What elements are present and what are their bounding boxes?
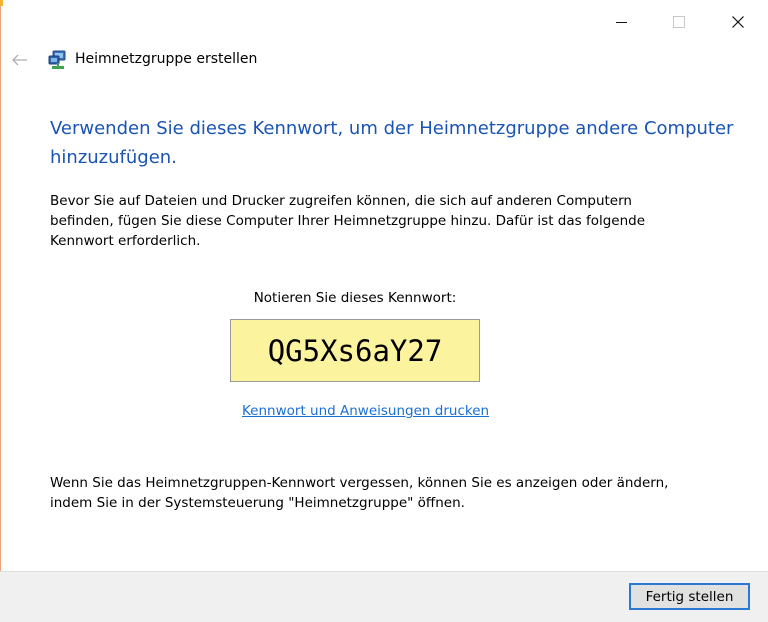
- print-password-link[interactable]: Kennwort und Anweisungen drucken: [242, 403, 489, 419]
- back-arrow-icon: [12, 54, 27, 66]
- close-button[interactable]: [724, 8, 752, 36]
- back-button[interactable]: [8, 49, 32, 71]
- window-edge-accent: [0, 0, 3, 6]
- homegroup-icon: [48, 50, 68, 70]
- maximize-icon: [673, 16, 685, 28]
- password-box: QG5Xs6aY27: [230, 319, 480, 382]
- finish-button[interactable]: Fertig stellen: [629, 583, 750, 610]
- window-edge: [0, 0, 1, 622]
- minimize-button[interactable]: [607, 8, 635, 36]
- maximize-button: [665, 8, 693, 36]
- close-icon: [732, 16, 744, 28]
- main-instruction: Verwenden Sie dieses Kennwort, um der He…: [50, 118, 734, 168]
- homegroup-wizard-window: Heimnetzgruppe erstellen Verwenden Sie d…: [0, 0, 768, 622]
- minimize-icon: [615, 21, 627, 23]
- footer-note: Wenn Sie das Heimnetzgruppen-Kennwort ve…: [50, 475, 669, 511]
- password-label: Notieren Sie dieses Kennwort:: [253, 290, 457, 306]
- description-text: Bevor Sie auf Dateien und Drucker zugrei…: [50, 193, 646, 249]
- window-title: Heimnetzgruppe erstellen: [75, 51, 258, 67]
- password-value: QG5Xs6aY27: [267, 333, 443, 368]
